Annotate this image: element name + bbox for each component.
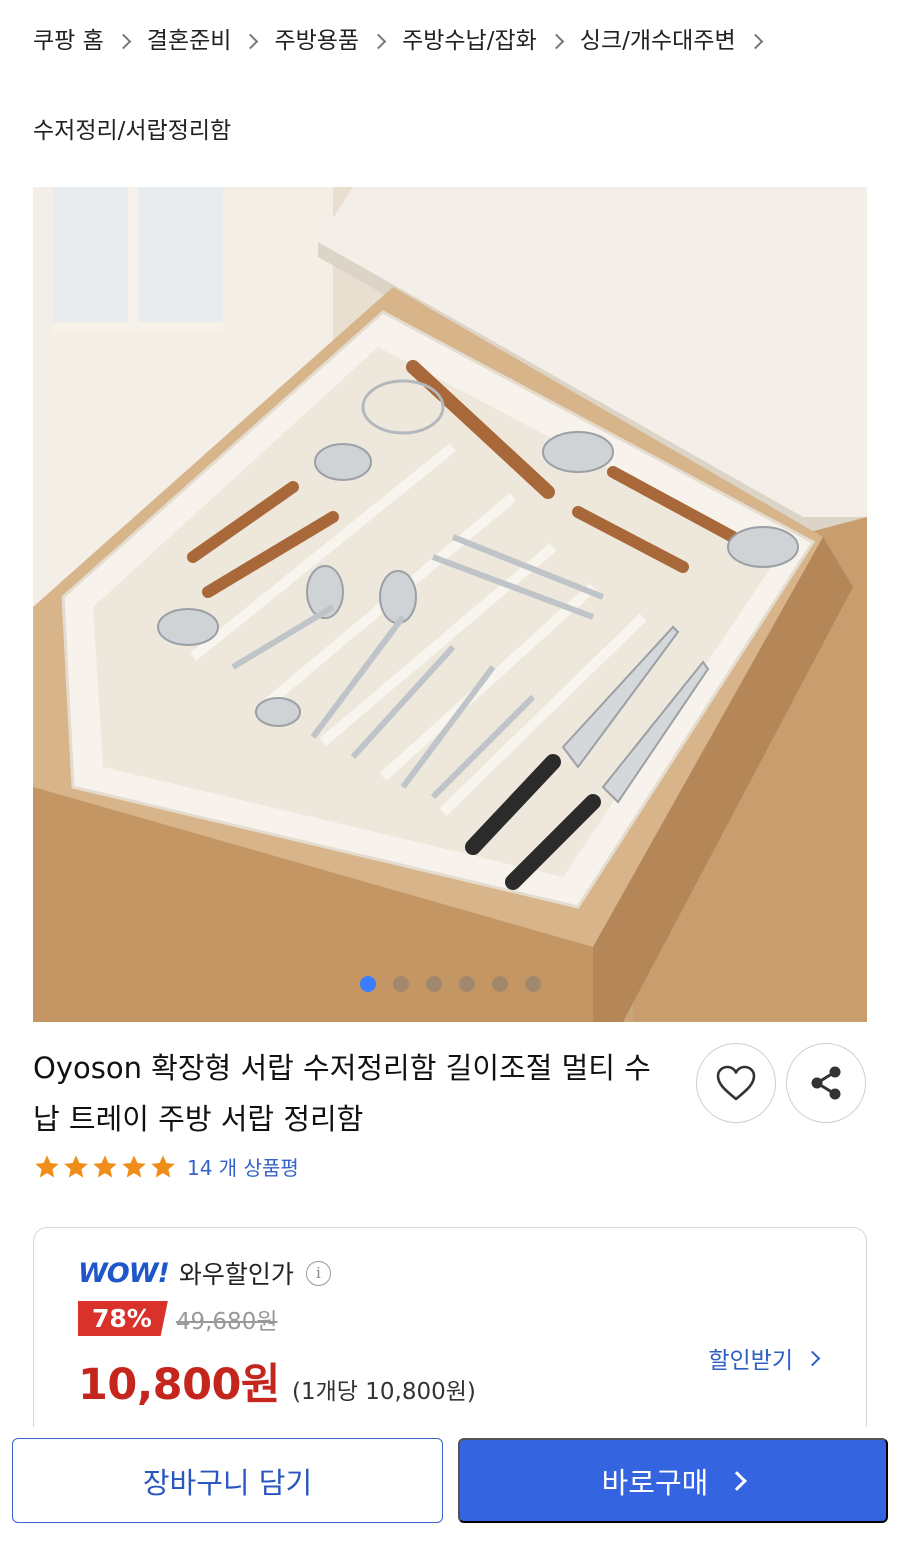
star-icon [64,1154,88,1177]
carousel-dot[interactable] [425,976,442,992]
breadcrumb: 쿠팡 홈 결혼준비 주방용품 주방수납/잡화 싱크/개수대주변 수저정리/서랍정… [33,22,873,150]
discount-badge: 78% [78,1301,168,1336]
share-icon [811,1066,841,1100]
star-rating [33,1153,177,1181]
breadcrumb-label[interactable]: 주방용품 [274,22,359,60]
review-count-link[interactable]: 14 개 상품평 [187,1152,299,1181]
carousel-dot[interactable] [491,976,508,992]
product-image [33,187,867,1022]
product-image-carousel[interactable] [33,187,867,1022]
unit-price: (1개당 10,800원) [292,1379,476,1405]
carousel-dot[interactable] [392,976,409,992]
wow-logo: WOW! [78,1257,170,1289]
share-button[interactable] [786,1043,866,1123]
wow-price-label: 와우할인가 [178,1260,294,1289]
breadcrumb-item-home[interactable]: 쿠팡 홈 [33,22,147,60]
bottom-action-bar: 장바구니 담기 바로구매 [0,1427,900,1543]
add-to-cart-button[interactable]: 장바구니 담기 [12,1438,443,1523]
wishlist-button[interactable] [696,1043,776,1123]
original-price: 49,680원 [175,1308,278,1335]
wow-price-label-row: WOW! 와우할인가 i [78,1255,331,1291]
breadcrumb-label[interactable]: 싱크/개수대주변 [580,22,736,60]
price-card: WOW! 와우할인가 i 78% 49,680원 10,800원 (1개당 10… [33,1227,867,1427]
chevron-right-icon [548,33,565,49]
rating-summary[interactable]: 14 개 상품평 [33,1152,299,1181]
buy-now-label[interactable]: 바로구매 [602,1460,709,1502]
breadcrumb-label[interactable]: 주방수납/잡화 [402,22,537,60]
chevron-right-icon [115,33,132,49]
carousel-dot[interactable] [359,976,376,992]
breadcrumb-item-kitchen[interactable]: 주방용품 [274,22,402,60]
breadcrumb-label[interactable]: 결혼준비 [147,22,232,60]
chevron-right-icon [243,33,259,49]
add-to-cart-label[interactable]: 장바구니 담기 [143,1460,312,1502]
star-icon [122,1154,146,1177]
info-icon[interactable]: i [305,1260,331,1286]
breadcrumb-item-sink[interactable]: 싱크/개수대주변 [580,22,779,60]
discount-row: 78% 49,680원 [78,1301,277,1336]
buy-now-button[interactable]: 바로구매 [458,1438,888,1523]
breadcrumb-label[interactable]: 수저정리/서랍정리함 [33,112,231,150]
star-icon [35,1154,59,1177]
sale-price-row: 10,800원 (1개당 10,800원) [78,1350,476,1412]
breadcrumb-item-cutlery[interactable]: 수저정리/서랍정리함 [33,112,231,150]
breadcrumb-item-kitchen-storage[interactable]: 주방수납/잡화 [402,22,580,60]
chevron-right-icon [370,33,387,49]
heart-icon [716,1065,756,1101]
coupon-button[interactable]: 할인받기 [708,1341,821,1375]
chevron-right-icon [804,1350,821,1366]
carousel-dot[interactable] [458,976,475,992]
breadcrumb-item-wedding[interactable]: 결혼준비 [147,22,275,60]
breadcrumb-label[interactable]: 쿠팡 홈 [33,22,104,60]
carousel-indicator [33,976,867,992]
chevron-right-icon [727,1470,748,1491]
carousel-dot[interactable] [524,976,541,992]
star-icon [151,1154,175,1177]
product-title: Oyoson 확장형 서랍 수저정리함 길이조절 멀티 수납 트레이 주방 서랍… [33,1051,651,1136]
sale-price: 10,800원 [78,1360,281,1410]
coupon-label[interactable]: 할인받기 [708,1341,793,1375]
chevron-right-icon [747,33,763,49]
star-icon [93,1154,117,1177]
